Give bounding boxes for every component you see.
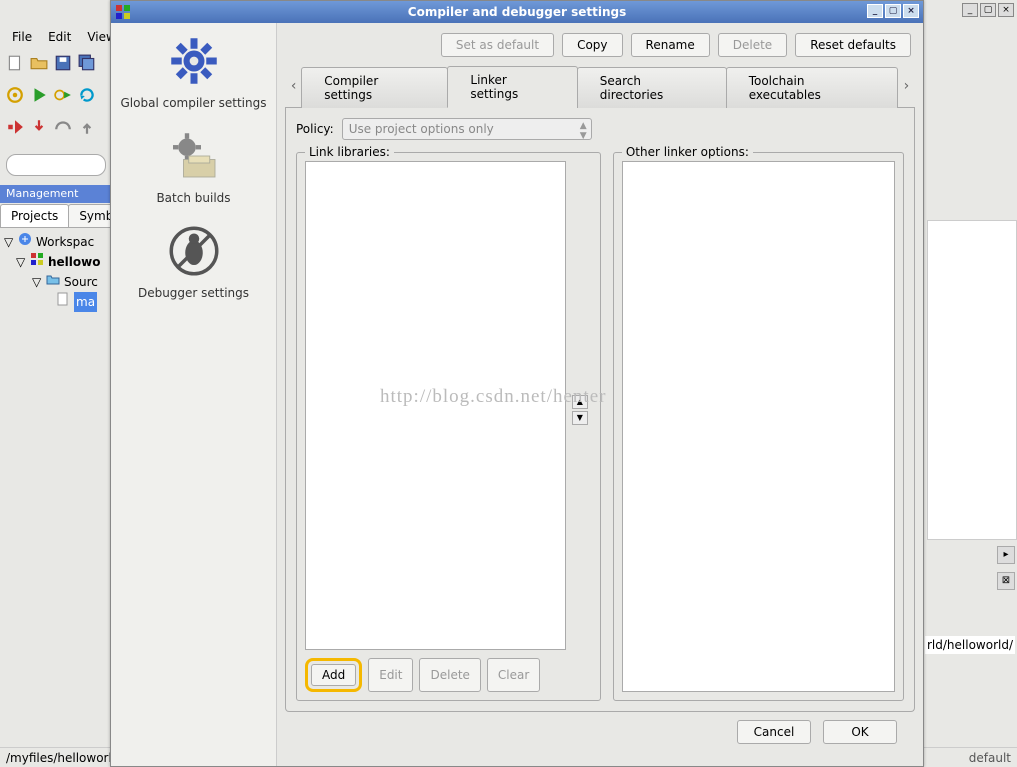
- add-library-button[interactable]: Add: [311, 664, 356, 686]
- toolbar-debug: [6, 118, 96, 136]
- dropdown-spinner-icon: ▲▼: [580, 121, 587, 141]
- build-run-icon[interactable]: [54, 86, 72, 104]
- tree-workspace[interactable]: ▽ Workspac: [4, 232, 100, 252]
- other-linker-options-group: Other linker options:: [613, 152, 904, 701]
- clear-libraries-button: Clear: [487, 658, 540, 692]
- statusbar-default: default: [969, 751, 1011, 765]
- file-icon: [56, 292, 70, 312]
- main-close-button[interactable]: ×: [998, 3, 1014, 17]
- main-minimize-button[interactable]: _: [962, 3, 978, 17]
- policy-select: Use project options only ▲▼: [342, 118, 592, 140]
- expand-arrow-icon[interactable]: ▽: [16, 252, 26, 272]
- ok-button[interactable]: OK: [823, 720, 897, 744]
- reset-defaults-button[interactable]: Reset defaults: [795, 33, 911, 57]
- tabs-scroll-right[interactable]: ›: [898, 78, 915, 94]
- dialog-minimize-button[interactable]: _: [867, 4, 883, 18]
- dialog-title: Compiler and debugger settings: [408, 5, 626, 19]
- tree-project-label: hellowo: [48, 252, 100, 272]
- tree-project[interactable]: ▽ hellowo: [4, 252, 100, 272]
- tab-linker-settings[interactable]: Linker settings: [447, 66, 577, 108]
- expand-arrow-icon[interactable]: ▽: [4, 232, 14, 252]
- tree-file[interactable]: ma: [4, 292, 100, 312]
- editor-area-fragment: [927, 220, 1017, 540]
- compiler-settings-dialog: Compiler and debugger settings _ ▢ × Glo…: [110, 0, 924, 767]
- cancel-button[interactable]: Cancel: [737, 720, 811, 744]
- sidebar-item-batch-builds[interactable]: Batch builds: [111, 124, 276, 219]
- tree-sources-label: Sourc: [64, 272, 98, 292]
- sidebar-item-debugger[interactable]: Debugger settings: [111, 219, 276, 314]
- toolbar-build: [6, 86, 96, 104]
- dialog-app-icon: [115, 4, 131, 20]
- settings-notebook: ‹ Compiler settings Linker settings Sear…: [285, 65, 915, 108]
- tab-projects[interactable]: Projects: [0, 204, 69, 227]
- open-folder-icon[interactable]: [30, 54, 48, 72]
- tab-toolchain-executables[interactable]: Toolchain executables: [726, 67, 898, 108]
- new-file-icon[interactable]: [6, 54, 24, 72]
- menu-file[interactable]: File: [4, 27, 40, 47]
- link-libraries-listbox[interactable]: [305, 161, 566, 650]
- dialog-sidebar: Global compiler settings Batch builds De…: [111, 23, 277, 766]
- sidebar-global-label: Global compiler settings: [117, 96, 270, 110]
- main-maximize-button[interactable]: ▢: [980, 3, 996, 17]
- save-icon[interactable]: [54, 54, 72, 72]
- run-icon[interactable]: [30, 86, 48, 104]
- delete-library-button: Delete: [419, 658, 480, 692]
- sidebar-debugger-label: Debugger settings: [117, 286, 270, 300]
- debugger-no-bug-icon: [166, 223, 222, 279]
- edit-library-button: Edit: [368, 658, 413, 692]
- set-as-default-button: Set as default: [441, 33, 554, 57]
- policy-value: Use project options only: [349, 122, 494, 136]
- add-button-highlight: Add: [305, 658, 362, 692]
- build-icon[interactable]: [6, 86, 24, 104]
- link-libraries-group: Link libraries: ▲ ▼ Add: [296, 152, 601, 701]
- dialog-titlebar[interactable]: Compiler and debugger settings _ ▢ ×: [111, 1, 923, 23]
- rename-button[interactable]: Rename: [631, 33, 710, 57]
- top-button-row: Set as default Copy Rename Delete Reset …: [285, 31, 915, 65]
- workspace-icon: [18, 232, 32, 252]
- expand-arrow-icon[interactable]: ▽: [32, 272, 42, 292]
- sidebar-batch-label: Batch builds: [117, 191, 270, 205]
- rebuild-icon[interactable]: [78, 86, 96, 104]
- move-up-button: ▲: [572, 395, 588, 409]
- tab-compiler-settings[interactable]: Compiler settings: [301, 67, 448, 108]
- tab-search-directories[interactable]: Search directories: [577, 67, 727, 108]
- search-input[interactable]: [6, 154, 106, 176]
- step-into-icon[interactable]: [30, 118, 48, 136]
- tree-workspace-label: Workspac: [36, 232, 94, 252]
- step-out-icon[interactable]: [78, 118, 96, 136]
- gear-icon: [166, 33, 222, 89]
- statusbar-path: /myfiles/helloworld: [6, 751, 119, 765]
- project-icon: [30, 252, 44, 272]
- delete-button: Delete: [718, 33, 787, 57]
- path-fragment: rld/helloworld/: [925, 636, 1015, 654]
- menu-edit[interactable]: Edit: [40, 27, 79, 47]
- move-down-button: ▼: [572, 411, 588, 425]
- menubar: File Edit View: [0, 26, 128, 48]
- copy-button[interactable]: Copy: [562, 33, 622, 57]
- debug-start-icon[interactable]: [6, 118, 24, 136]
- tree-sources[interactable]: ▽ Sourc: [4, 272, 100, 292]
- save-all-icon[interactable]: [78, 54, 96, 72]
- dialog-maximize-button[interactable]: ▢: [885, 4, 901, 18]
- batch-builds-icon: [166, 128, 222, 184]
- sidebar-item-global-compiler[interactable]: Global compiler settings: [111, 29, 276, 124]
- step-over-icon[interactable]: [54, 118, 72, 136]
- dialog-close-button[interactable]: ×: [903, 4, 919, 18]
- toolbar-file: [6, 54, 96, 72]
- tree-file-label: ma: [74, 292, 97, 312]
- policy-label: Policy:: [296, 122, 334, 136]
- panel-scroll-button[interactable]: ▸: [997, 546, 1015, 564]
- project-tree: ▽ Workspac ▽ hellowo ▽ Sourc ma: [4, 232, 100, 312]
- search-box: [6, 154, 106, 176]
- folder-open-icon: [46, 272, 60, 292]
- other-linker-options-textarea[interactable]: [622, 161, 895, 692]
- link-libraries-label: Link libraries:: [305, 145, 394, 159]
- tabs-scroll-left[interactable]: ‹: [285, 78, 302, 94]
- panel-close-icon[interactable]: ⊠: [997, 572, 1015, 590]
- other-linker-options-label: Other linker options:: [622, 145, 753, 159]
